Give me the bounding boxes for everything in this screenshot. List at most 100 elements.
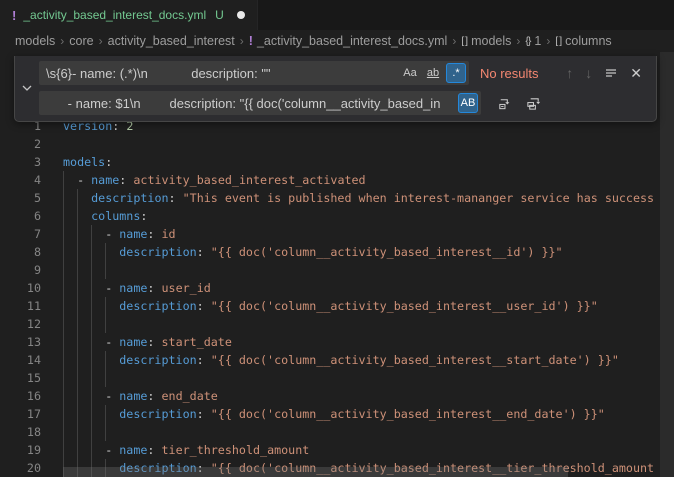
- line-number[interactable]: 18: [0, 423, 41, 441]
- regex-button[interactable]: .*: [446, 63, 466, 83]
- line-number[interactable]: 12: [0, 315, 41, 333]
- line-number[interactable]: 19: [0, 441, 41, 459]
- line-number[interactable]: 8: [0, 243, 41, 261]
- indent-guide: [63, 225, 77, 243]
- line-number[interactable]: 11: [0, 297, 41, 315]
- line-number[interactable]: 10: [0, 279, 41, 297]
- indent-guide: [105, 261, 119, 279]
- breadcrumb-item[interactable]: activity_based_interest: [108, 34, 235, 48]
- breadcrumb-item[interactable]: models: [15, 34, 55, 48]
- code-token: :: [197, 407, 204, 421]
- code-line[interactable]: 17 description: "{{ doc('column__activit…: [0, 405, 674, 423]
- line-number[interactable]: 6: [0, 207, 41, 225]
- yaml-warning-icon: !: [249, 34, 253, 48]
- line-number[interactable]: 9: [0, 261, 41, 279]
- breadcrumb-item[interactable]: [ ]models: [461, 34, 511, 48]
- breadcrumb-item[interactable]: {}1: [525, 34, 541, 48]
- breadcrumb-label: core: [69, 34, 93, 48]
- indent-guide: [77, 423, 91, 441]
- line-number[interactable]: 7: [0, 225, 41, 243]
- line-number[interactable]: 13: [0, 333, 41, 351]
- code-line[interactable]: 3models:: [0, 153, 674, 171]
- code-token: :: [140, 209, 147, 223]
- code-token: [154, 389, 161, 403]
- replace-all-icon: [526, 96, 541, 111]
- indent-guide: [63, 297, 77, 315]
- code-line[interactable]: 2: [0, 135, 674, 153]
- line-number[interactable]: 4: [0, 171, 41, 189]
- breadcrumb-label: _activity_based_interest_docs.yml: [257, 34, 447, 48]
- replace-input[interactable]: - name: $1\n description: "{{ doc('colum…: [39, 91, 481, 115]
- code-token: name: [119, 227, 147, 241]
- code-line[interactable]: 19 - name: tier_threshold_amount: [0, 441, 674, 459]
- indent-guide: [91, 261, 105, 279]
- code-line[interactable]: 7 - name: id: [0, 225, 674, 243]
- find-row: \s{6}- name: (.*)\n description: "" Aa a…: [39, 61, 650, 85]
- indent-guide: [63, 189, 77, 207]
- replace-all-button[interactable]: [526, 96, 541, 111]
- tab-active-file[interactable]: ! _activity_based_interest_docs.yml U: [0, 0, 258, 30]
- code-line[interactable]: 8 description: "{{ doc('column__activity…: [0, 243, 674, 261]
- code-token: :: [169, 191, 176, 205]
- code-line[interactable]: 4 - name: activity_based_interest_activa…: [0, 171, 674, 189]
- code-line[interactable]: 6 columns:: [0, 207, 674, 225]
- line-number[interactable]: 16: [0, 387, 41, 405]
- line-content: columns:: [63, 207, 147, 225]
- vertical-scrollbar[interactable]: [660, 52, 674, 477]
- code-line[interactable]: 12: [0, 315, 674, 333]
- horizontal-scrollbar[interactable]: [63, 467, 568, 477]
- code-line[interactable]: 11 description: "{{ doc('column__activit…: [0, 297, 674, 315]
- breadcrumb-separator: ›: [99, 34, 103, 48]
- line-number[interactable]: 14: [0, 351, 41, 369]
- code-token: "{{ doc('column__activity_based_interest…: [211, 299, 598, 313]
- line-number[interactable]: 17: [0, 405, 41, 423]
- replace-button[interactable]: [497, 96, 512, 111]
- indent-guide: [105, 405, 119, 423]
- breadcrumb-label: models: [471, 34, 511, 48]
- indent-guide: [77, 225, 91, 243]
- code-line[interactable]: 14 description: "{{ doc('column__activit…: [0, 351, 674, 369]
- breadcrumb-item[interactable]: ! _activity_based_interest_docs.yml: [249, 34, 448, 48]
- whole-word-button[interactable]: ab: [423, 63, 443, 83]
- indent-guide: [63, 441, 77, 459]
- line-number[interactable]: 15: [0, 369, 41, 387]
- code-line[interactable]: 10 - name: user_id: [0, 279, 674, 297]
- find-input[interactable]: \s{6}- name: (.*)\n description: "" Aa a…: [39, 61, 469, 85]
- unsaved-dot-icon[interactable]: [237, 11, 245, 19]
- code-area[interactable]: 1version: 223models:4 - name: activity_b…: [0, 117, 674, 477]
- line-number[interactable]: 3: [0, 153, 41, 171]
- line-number[interactable]: 5: [0, 189, 41, 207]
- code-line[interactable]: 18: [0, 423, 674, 441]
- code-token: description: [91, 191, 168, 205]
- code-token: -: [105, 281, 119, 295]
- code-token: :: [197, 299, 204, 313]
- code-line[interactable]: 13 - name: start_date: [0, 333, 674, 351]
- code-token: [204, 299, 211, 313]
- close-find-button[interactable]: ✕: [630, 65, 642, 82]
- toggle-replace-chevron[interactable]: [15, 61, 39, 115]
- line-number[interactable]: 20: [0, 459, 41, 477]
- tab-bar: ! _activity_based_interest_docs.yml U: [0, 0, 674, 30]
- code-line[interactable]: 15: [0, 369, 674, 387]
- breadcrumb-separator: ›: [60, 34, 64, 48]
- code-line[interactable]: 16 - name: end_date: [0, 387, 674, 405]
- line-number[interactable]: 2: [0, 135, 41, 153]
- breadcrumb-item[interactable]: [ ]columns: [555, 34, 611, 48]
- next-match-button[interactable]: ↓: [585, 65, 592, 81]
- breadcrumb-item[interactable]: core: [69, 34, 93, 48]
- editor[interactable]: 1version: 223models:4 - name: activity_b…: [0, 52, 674, 477]
- preserve-case-button[interactable]: AB: [458, 93, 478, 113]
- find-in-selection-button[interactable]: [604, 66, 618, 80]
- code-token: start_date: [162, 335, 232, 349]
- indent-guide: [77, 387, 91, 405]
- indent-guide: [77, 441, 91, 459]
- previous-match-button[interactable]: ↑: [566, 65, 573, 81]
- indent-guide: [63, 315, 77, 333]
- chevron-down-icon: [21, 82, 33, 94]
- code-line[interactable]: 5 description: "This event is published …: [0, 189, 674, 207]
- indent-guide: [91, 387, 105, 405]
- match-case-button[interactable]: Aa: [400, 63, 420, 83]
- line-content: [63, 315, 119, 333]
- code-line[interactable]: 9: [0, 261, 674, 279]
- code-token: "{{ doc('column__activity_based_interest…: [211, 245, 563, 259]
